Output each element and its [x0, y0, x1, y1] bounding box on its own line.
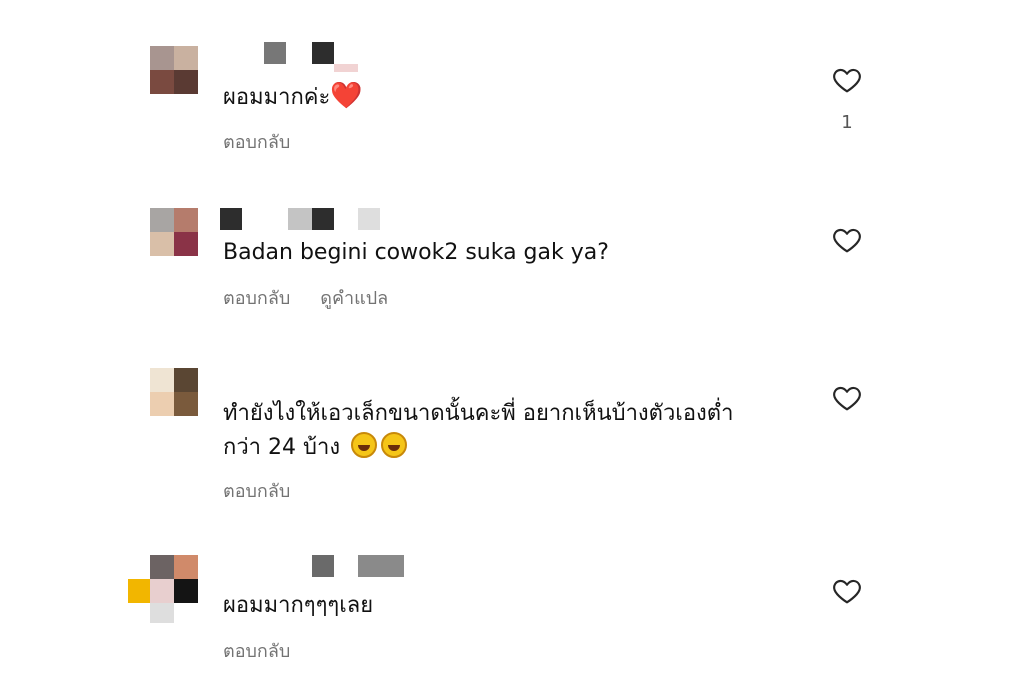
comment-text: ผอมมากค่ะ❤️	[223, 81, 363, 111]
reply-button[interactable]: ตอบกลับ	[223, 476, 290, 505]
comment-text: ทำยังไงให้เอวเล็กขนาดนั้นคะพี่ อยากเห็นบ…	[223, 401, 734, 460]
comment-actions: ตอบกลับ	[223, 476, 290, 505]
like-count: 1	[841, 112, 853, 133]
rofl-emoji	[381, 432, 408, 458]
red-heart-emoji: ❤️	[330, 81, 363, 111]
reply-button[interactable]: ตอบกลับ	[223, 127, 290, 156]
comment-actions: ตอบกลับ ดูคำแปล	[223, 283, 388, 312]
like-heart-icon[interactable]	[830, 382, 864, 414]
avatar[interactable]	[128, 555, 198, 623]
comment-text: Badan begini cowok2 suka gak ya?	[223, 240, 609, 265]
comment-actions: ตอบกลับ	[223, 636, 290, 665]
reply-button[interactable]: ตอบกลับ	[223, 636, 290, 665]
like-heart-icon[interactable]	[830, 224, 864, 256]
username-redacted[interactable]	[220, 42, 420, 72]
comment-text: ผอมมากๆๆๆเลย	[223, 593, 374, 618]
reply-button[interactable]: ตอบกลับ	[223, 283, 290, 312]
avatar[interactable]	[150, 368, 198, 416]
see-translation-button[interactable]: ดูคำแปล	[320, 283, 388, 312]
rofl-emoji	[351, 432, 378, 458]
avatar[interactable]	[150, 46, 198, 94]
comment-actions: ตอบกลับ	[223, 127, 290, 156]
like-heart-icon[interactable]	[830, 575, 864, 607]
like-heart-icon[interactable]	[830, 64, 864, 96]
avatar[interactable]	[150, 208, 198, 256]
username-redacted[interactable]	[220, 208, 420, 234]
username-redacted[interactable]	[220, 555, 420, 581]
